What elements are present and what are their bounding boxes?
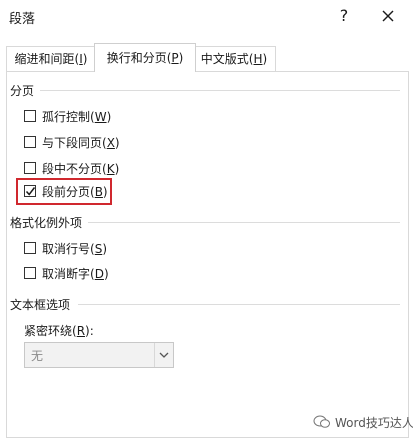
watermark-text: Word技巧达人 (335, 416, 413, 430)
formatting-exceptions-heading: 格式化例外项 (10, 216, 83, 230)
chevron-down-icon (159, 352, 169, 358)
tab-line-page-breaks[interactable]: 换行和分页(P) (94, 43, 196, 72)
section-divider (40, 90, 400, 91)
suppress-line-numbers-label: 取消行号(S) (42, 242, 107, 256)
dialog-title: 段落 (9, 12, 36, 27)
tab-indents-spacing[interactable]: 缩进和间距(I) (6, 46, 96, 71)
pagination-heading: 分页 (10, 84, 35, 98)
tight-wrap-value: 无 (31, 349, 44, 363)
tight-wrap-label: 紧密环绕(R): (24, 324, 94, 338)
section-divider (88, 222, 400, 223)
keep-with-next-label: 与下段同页(X) (42, 136, 120, 150)
close-button[interactable] (378, 5, 398, 27)
section-divider (78, 304, 400, 305)
textbox-options-heading: 文本框选项 (10, 298, 71, 312)
widow-control-label: 孤行控制(W) (42, 110, 112, 124)
paragraph-dialog: 段落 ? 缩进和间距(I) 换行和分页(P) 中文版式(H) 分页 孤行控制(W… (0, 0, 413, 442)
no-hyphenation-label: 取消断字(D) (42, 267, 109, 281)
dropdown-button[interactable] (154, 343, 173, 367)
checkmark-icon (25, 187, 36, 196)
suppress-line-numbers-checkbox[interactable] (24, 242, 36, 254)
keep-with-next-checkbox[interactable] (24, 136, 36, 148)
title-bar: 段落 ? (0, 0, 413, 34)
page-break-before-checkbox[interactable] (24, 185, 36, 197)
no-hyphenation-checkbox[interactable] (24, 267, 36, 279)
wechat-icon (313, 415, 330, 428)
widow-control-checkbox[interactable] (24, 110, 36, 122)
help-button[interactable]: ? (334, 5, 354, 27)
keep-lines-together-label: 段中不分页(K) (42, 162, 120, 176)
close-icon (382, 10, 394, 22)
tight-wrap-select[interactable]: 无 (24, 342, 174, 368)
keep-lines-together-checkbox[interactable] (24, 162, 36, 174)
page-break-before-label: 段前分页(B) (42, 185, 108, 199)
tab-asian-typography[interactable]: 中文版式(H) (192, 46, 276, 71)
